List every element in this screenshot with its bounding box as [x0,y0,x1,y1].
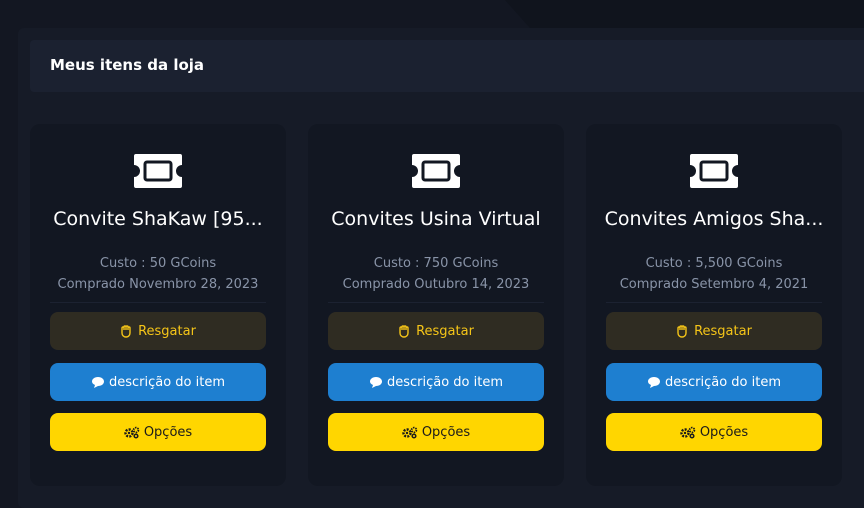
redeem-button[interactable]: Resgatar [606,312,822,350]
description-label: descrição do item [108,374,226,390]
ticket-icon [690,154,738,188]
redeem-button[interactable]: Resgatar [328,312,544,350]
redeem-button[interactable]: Resgatar [50,312,266,350]
options-label: Opções [421,424,471,440]
item-name: Convites Usina Virtual [331,208,541,230]
divider [328,302,544,303]
description-label: descrição do item [664,374,782,390]
options-label: Opções [143,424,193,440]
gears-icon [402,426,418,439]
item-description-button[interactable]: descrição do item [50,363,266,401]
comment-icon [369,376,382,388]
options-label: Opções [699,424,749,440]
item-description-button[interactable]: descrição do item [328,363,544,401]
options-button[interactable]: Opções [328,413,544,451]
divider [50,302,266,303]
item-card: Convites Amigos Sha... Custo : 5,500 GCo… [586,124,842,486]
item-cost: Custo : 750 GCoins [373,256,499,271]
item-cost: Custo : 5,500 GCoins [645,256,783,271]
item-name: Convites Amigos Sha... [604,208,824,230]
ticket-icon [412,154,460,188]
hand-icon [121,324,131,338]
item-card: Convites Usina Virtual Custo : 750 GCoin… [308,124,564,486]
item-description-button[interactable]: descrição do item [606,363,822,401]
redeem-label: Resgatar [694,323,752,339]
item-purchase-date: Comprado Novembro 28, 2023 [57,277,259,292]
panel-header: Meus itens da loja [30,40,864,92]
hand-icon [399,324,409,338]
comment-icon [647,376,660,388]
options-button[interactable]: Opções [606,413,822,451]
gears-icon [124,426,140,439]
hand-icon [677,324,687,338]
divider [606,302,822,303]
options-button[interactable]: Opções [50,413,266,451]
item-cost: Custo : 50 GCoins [99,256,217,271]
redeem-label: Resgatar [416,323,474,339]
item-purchase-date: Comprado Outubro 14, 2023 [342,277,530,292]
item-purchase-date: Comprado Setembro 4, 2021 [619,277,809,292]
ticket-icon [134,154,182,188]
comment-icon [91,376,104,388]
panel-title: Meus itens da loja [50,56,205,74]
gears-icon [680,426,696,439]
redeem-label: Resgatar [138,323,196,339]
description-label: descrição do item [386,374,504,390]
item-name: Convite ShaKaw [95... [53,208,263,230]
item-card: Convite ShaKaw [95... Custo : 50 GCoins … [30,124,286,486]
